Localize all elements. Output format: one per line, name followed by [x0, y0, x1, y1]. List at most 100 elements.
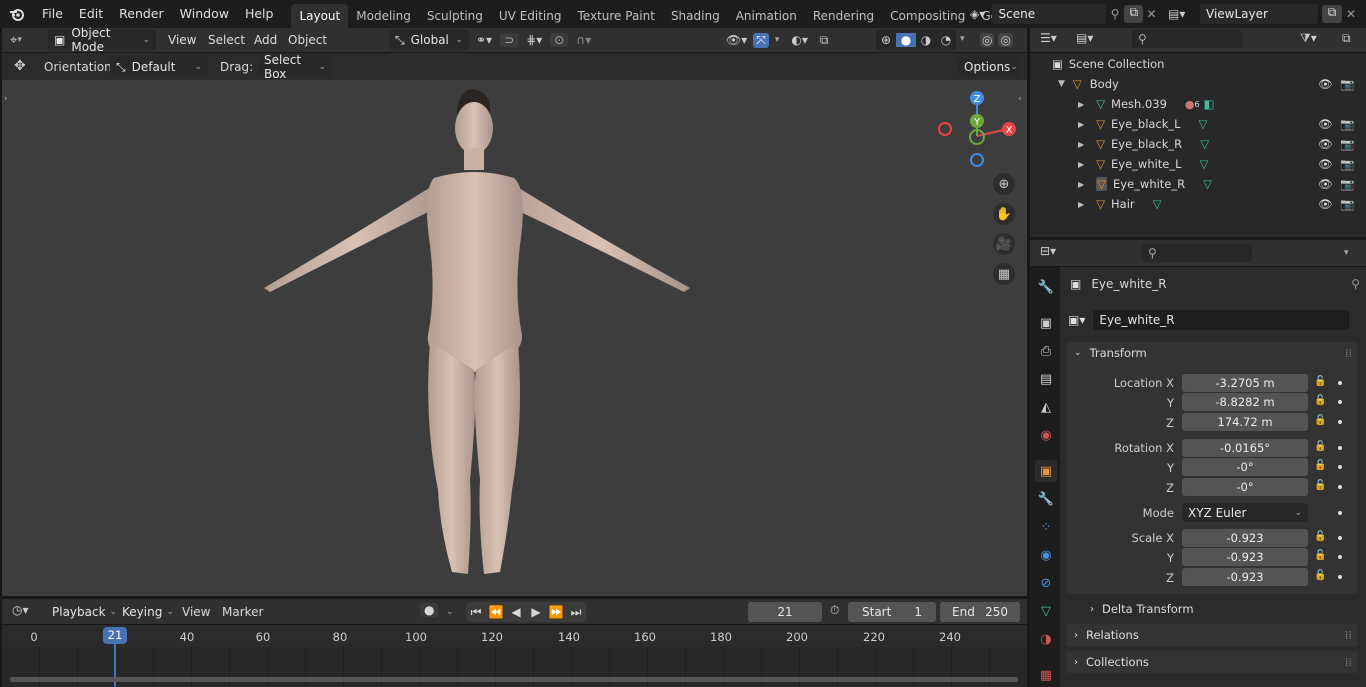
outliner-item-eye-white-r[interactable]: ▶ ▽ Eye_white_R ▽ 👁 📷	[1032, 174, 1364, 194]
menu-object[interactable]: Object	[282, 33, 333, 47]
pin-icon[interactable]: ⚲	[1106, 7, 1125, 21]
scene-tab-icon[interactable]: ◭	[1035, 396, 1057, 418]
expand-arrow-icon[interactable]: ▶	[1078, 100, 1084, 109]
human-model[interactable]: Z X Y	[2, 80, 1027, 596]
keyframe-dot[interactable]	[1338, 420, 1342, 424]
tab-layout[interactable]: Layout	[291, 4, 349, 28]
head-mesh[interactable]	[455, 102, 493, 154]
rotation-mode-dropdown[interactable]: XYZ Euler ⌄	[1182, 503, 1308, 522]
world-tab-icon[interactable]: ◉	[1035, 424, 1057, 446]
tab-shading[interactable]: Shading	[663, 4, 728, 28]
expand-arrow-icon[interactable]: ▶	[1078, 140, 1084, 149]
chevron-down-icon[interactable]: ▾	[775, 35, 780, 45]
visibility-eye-icon[interactable]: 👁	[1318, 117, 1333, 131]
particles-tab-icon[interactable]: ⁘	[1035, 516, 1057, 538]
texture-tab-icon[interactable]: ▦	[1035, 664, 1057, 686]
data-tab-icon[interactable]: ▽	[1035, 600, 1057, 622]
location-y-field[interactable]: -8.8282 m	[1182, 393, 1308, 411]
keyframe-dot[interactable]	[1338, 400, 1342, 404]
render-camera-icon[interactable]: 📷	[1340, 137, 1354, 151]
visibility-eye-icon[interactable]: 👁	[1318, 77, 1333, 91]
render-camera-icon[interactable]: 📷	[1340, 117, 1354, 131]
keyframe-dot[interactable]	[1338, 381, 1342, 385]
new-scene-icon[interactable]: ⧉	[1124, 5, 1144, 23]
keyframe-dot[interactable]	[1338, 485, 1342, 489]
solid-shading-icon[interactable]: ●	[896, 33, 916, 47]
render-region-icon[interactable]: ◎	[980, 33, 995, 47]
playback-menu[interactable]: Playback ⌄	[46, 602, 117, 622]
tab-sculpting[interactable]: Sculpting	[419, 4, 491, 28]
rotation-z-field[interactable]: -0°	[1182, 478, 1308, 496]
torso-mesh[interactable]	[426, 172, 523, 372]
view-layer-selector[interactable]: ▤▾ ViewLayer ⧉ ✕	[1168, 4, 1364, 24]
mode-dropdown[interactable]: ▣ Object Mode ⌄	[48, 26, 156, 54]
lock-icon[interactable]: 🔓	[1314, 550, 1328, 564]
jump-keyframe-forward-icon[interactable]: ⏩	[546, 605, 566, 619]
pin-icon[interactable]: ⚲	[1351, 277, 1360, 291]
playhead[interactable]: 21	[103, 627, 127, 644]
gizmo-neg-z-axis[interactable]	[970, 153, 984, 167]
play-reverse-icon[interactable]: ◀	[506, 605, 526, 619]
tab-texture-paint[interactable]: Texture Paint	[570, 4, 663, 28]
menu-window[interactable]: Window	[172, 0, 237, 28]
sidebar-toggle-icon[interactable]: ›	[4, 94, 8, 104]
close-icon[interactable]: ✕	[1143, 7, 1160, 21]
datablock-type-icon[interactable]: ▣▾	[1068, 313, 1085, 327]
overlays-icon[interactable]: ◐▾	[791, 33, 808, 47]
zoom-icon[interactable]: ⊕	[993, 173, 1015, 195]
keyframe-dot[interactable]	[1338, 511, 1342, 515]
render-camera-icon[interactable]: 📷	[1340, 157, 1354, 171]
tab-uv-editing[interactable]: UV Editing	[491, 4, 570, 28]
lock-icon[interactable]: 🔓	[1314, 395, 1328, 409]
play-icon[interactable]: ▶	[526, 605, 546, 619]
material-tab-icon[interactable]: ◑	[1035, 628, 1057, 650]
properties-options-chevron-icon[interactable]: ▾	[1344, 248, 1349, 258]
move-tool-icon[interactable]: ✥	[14, 58, 26, 74]
constraints-tab-icon[interactable]: ⊘	[1035, 572, 1057, 594]
expand-arrow-icon[interactable]: ▶	[1078, 200, 1084, 209]
auto-keying-icon[interactable]: ●	[420, 603, 439, 617]
visibility-eye-icon[interactable]: 👁	[1318, 197, 1333, 211]
menu-view[interactable]: View	[162, 33, 202, 47]
jump-start-icon[interactable]: ⏮	[466, 605, 486, 620]
menu-file[interactable]: File	[34, 0, 71, 28]
keying-menu[interactable]: Keying ⌄	[116, 602, 174, 622]
modifier-tab-icon[interactable]: 🔧	[1035, 488, 1057, 510]
collections-panel-header[interactable]: › Collections ⁞⁞	[1066, 651, 1358, 673]
datablock-selector[interactable]: ▣▾ Eye_white_R	[1068, 310, 1358, 330]
pan-hand-icon[interactable]: ✋	[993, 203, 1015, 225]
left-arm-mesh[interactable]	[264, 180, 442, 292]
left-leg-mesh[interactable]	[428, 342, 476, 574]
perspective-toggle-icon[interactable]: ▦	[993, 263, 1015, 285]
new-view-layer-icon[interactable]: ⧉	[1322, 5, 1342, 23]
delta-transform-subpanel[interactable]: › Delta Transform	[1082, 598, 1358, 620]
timeline-marker-menu[interactable]: Marker	[222, 605, 263, 619]
location-x-field[interactable]: -3.2705 m	[1182, 374, 1308, 392]
lock-icon[interactable]: 🔓	[1314, 531, 1328, 545]
scale-y-field[interactable]: -0.923	[1182, 548, 1308, 566]
options-dropdown[interactable]: Options ⌄	[958, 57, 1020, 77]
render-tab-icon[interactable]: ▣	[1035, 312, 1057, 334]
outliner-item-mesh039[interactable]: ▶ ▽ Mesh.039 ● 6 ◧	[1032, 94, 1364, 114]
lock-icon[interactable]: 🔓	[1314, 460, 1328, 474]
timeline-editor-icon[interactable]: ◷▾	[12, 603, 29, 617]
menu-help[interactable]: Help	[237, 0, 282, 28]
orientation-dropdown[interactable]: ⤡ Default ⌄	[110, 57, 208, 77]
datablock-name-input[interactable]: Eye_white_R	[1093, 310, 1350, 330]
drag-handle-icon[interactable]: ⁞⁞	[1345, 655, 1352, 669]
camera-view-icon[interactable]: 🎥	[993, 233, 1015, 255]
lock-icon[interactable]: 🔓	[1314, 480, 1328, 494]
pivot-point-icon[interactable]: ⚭▾	[476, 33, 492, 47]
snap-target-icon[interactable]: ⋕▾	[526, 33, 542, 47]
render-camera-icon[interactable]: 📷	[1340, 197, 1354, 211]
tab-rendering[interactable]: Rendering	[805, 4, 882, 28]
rotation-x-field[interactable]: -0.0165°	[1182, 439, 1308, 457]
lock-icon[interactable]: 🔓	[1314, 415, 1328, 429]
outliner-item-eye-black-l[interactable]: ▶ ▽ Eye_black_L ▽ 👁 📷	[1032, 114, 1364, 134]
blender-logo-icon[interactable]	[0, 0, 34, 28]
sidebar-toggle-right-icon[interactable]: ‹	[1018, 94, 1022, 104]
display-mode-icon[interactable]: ▤▾	[1076, 31, 1093, 45]
end-frame-field[interactable]: End 250	[940, 602, 1020, 622]
camera-lock-icon[interactable]: ◎	[998, 33, 1013, 47]
timeline-scrollbar[interactable]	[10, 677, 1018, 682]
